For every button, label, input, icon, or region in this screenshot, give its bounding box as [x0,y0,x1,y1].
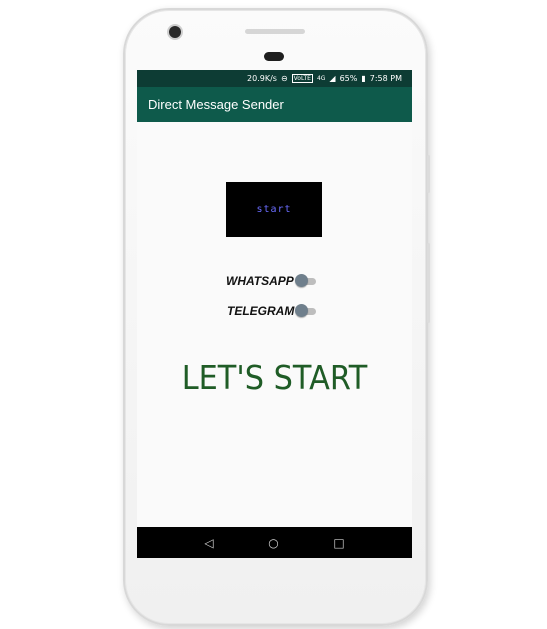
telegram-switch-row[interactable]: TELEGRAM [227,304,317,318]
whatsapp-toggle[interactable] [294,274,317,288]
toggle-thumb [294,274,308,287]
earpiece [264,52,284,61]
volte-badge: VoLTE [291,74,313,83]
whatsapp-switch-row[interactable]: WHATSAPP [226,274,317,288]
toggle-thumb [295,304,309,317]
clock: 7:58 PM [369,74,402,83]
app-bar: Direct Message Sender [137,87,412,122]
network-speed: 20.9K/s [247,74,277,83]
status-bar: 20.9K/s ⊖ VoLTE 4G ◢ 65% ▮ 7:58 PM [137,70,412,87]
back-icon[interactable]: ◁ [204,536,213,550]
telegram-toggle[interactable] [295,304,317,318]
home-icon[interactable]: ○ [268,536,278,550]
telegram-label: TELEGRAM [227,304,295,318]
battery-icon: ▮ [361,73,366,83]
whatsapp-label: WHATSAPP [226,274,294,288]
signal-icon: ◢ [329,73,336,83]
power-button [427,155,430,193]
app-title: Direct Message Sender [148,97,284,112]
front-camera-icon [169,26,181,38]
recents-icon[interactable]: □ [333,536,344,550]
battery-level: 65% [339,74,358,83]
do-not-disturb-icon: ⊖ [280,73,288,83]
speaker-grille [245,29,305,34]
screen: 20.9K/s ⊖ VoLTE 4G ◢ 65% ▮ 7:58 PM Direc… [137,70,412,558]
lets-start-heading: LET'S START [181,358,368,397]
navigation-bar: ◁ ○ □ [137,527,412,558]
volume-button [427,243,430,323]
start-button[interactable]: start [226,182,322,237]
network-type: 4G [316,75,326,82]
